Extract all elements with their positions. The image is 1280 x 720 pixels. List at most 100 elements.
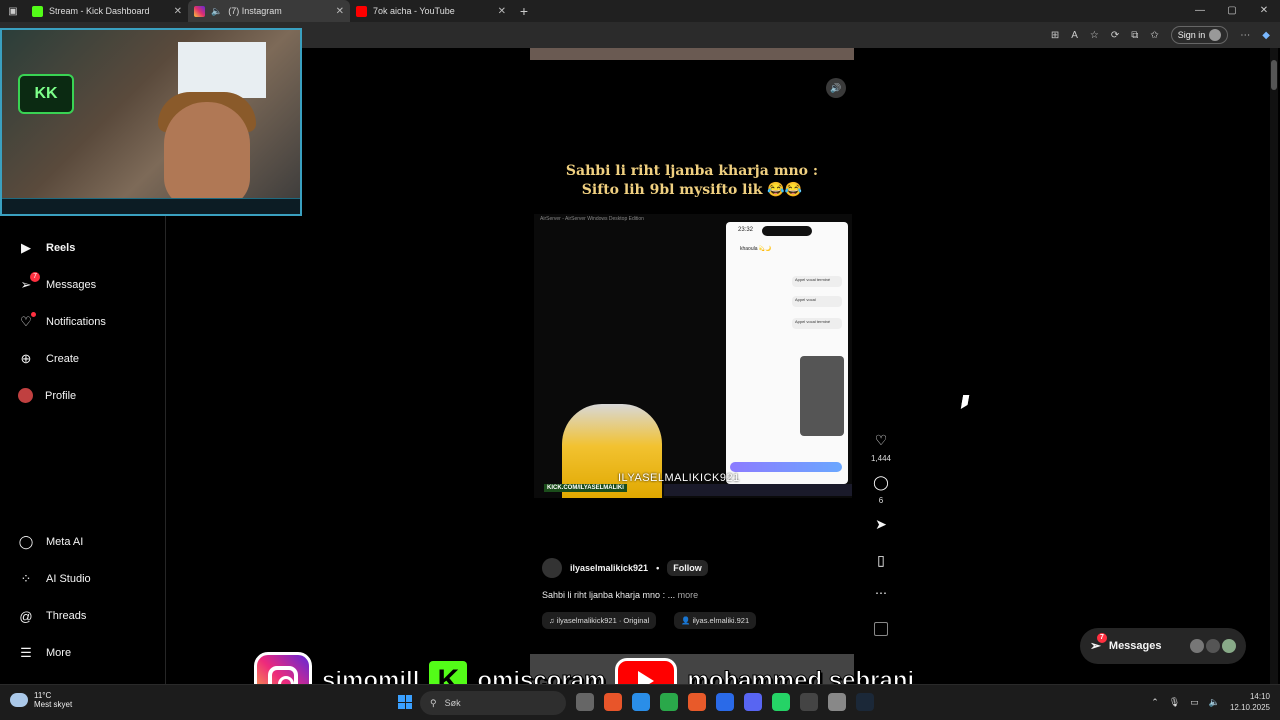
steam-icon[interactable] [856, 693, 874, 711]
volume-icon[interactable]: 🔈 [1209, 697, 1220, 708]
voice-message [730, 462, 842, 472]
plus-square-icon: ⊕ [20, 351, 32, 366]
author-username[interactable]: ilyaselmalikick921 [570, 563, 648, 573]
reel-watermark: ILYASELMALIKICK921 [618, 472, 740, 484]
close-window-button[interactable]: ✕ [1248, 0, 1280, 22]
phone-contact: khaoula 💫🌙 [740, 246, 772, 252]
comment-count: 6 [878, 496, 884, 505]
avatar [1222, 639, 1236, 653]
app-grid-icon[interactable]: ⊞ [1051, 30, 1059, 41]
mute-button[interactable]: 🔊 [826, 78, 846, 98]
edge-icon[interactable] [632, 693, 650, 711]
system-tray: ⌃ 🎙 ▭ 🔈 14:10 12.10.2025 [1151, 691, 1270, 713]
tab-instagram[interactable]: 🔈 (7) Instagram ✕ [188, 0, 350, 22]
tab-actions-icon[interactable]: ▣ [0, 0, 26, 22]
brave-icon[interactable] [604, 693, 622, 711]
bookmark-icon: ▯ [877, 552, 885, 568]
sidebar-item-reels[interactable]: ▶ Reels [18, 240, 75, 256]
comment-button[interactable]: ◯ [866, 474, 896, 491]
settings-icon[interactable] [828, 693, 846, 711]
microphone-icon[interactable]: 🎙 [1169, 697, 1180, 708]
messages-badge: 7 [30, 272, 40, 282]
sidebar-item-profile[interactable]: Profile [18, 388, 76, 403]
follow-button[interactable]: Follow [667, 560, 708, 576]
xbox-icon[interactable] [660, 693, 678, 711]
clip-taskbar [664, 484, 852, 496]
sidebar-item-ai-studio[interactable]: ⁘ AI Studio [18, 571, 91, 587]
search-icon: ⚲ [430, 697, 437, 708]
audio-cover-icon [874, 622, 888, 636]
obs-icon[interactable] [800, 693, 818, 711]
sidebar-item-threads[interactable]: @ Threads [18, 608, 86, 624]
copilot-icon[interactable]: ◆ [1262, 30, 1270, 41]
weather-icon [10, 693, 28, 707]
read-aloud-icon[interactable]: A [1071, 30, 1078, 41]
close-icon[interactable]: ✕ [174, 6, 182, 17]
extensions-icon[interactable]: ⟳ [1111, 30, 1119, 41]
close-icon[interactable]: ✕ [498, 6, 506, 17]
reel-video[interactable]: AirServer - AirServer Windows Desktop Ed… [534, 214, 852, 498]
audio-thumbnail[interactable] [866, 622, 896, 639]
more-options-button[interactable]: ⋯ [866, 586, 896, 600]
whatsapp-icon[interactable] [772, 693, 790, 711]
minimize-button[interactable]: — [1184, 0, 1216, 22]
tab-kick[interactable]: Stream - Kick Dashboard ✕ [26, 0, 188, 22]
mouse-cursor [960, 395, 970, 409]
webcam-overlay: KK [0, 28, 302, 216]
like-button[interactable]: ♡ [866, 432, 896, 449]
taskbar-search[interactable]: ⚲ Søk [420, 691, 566, 715]
pinned-apps [576, 693, 874, 711]
file-explorer-icon[interactable] [576, 693, 594, 711]
messages-pill[interactable]: ➢ 7 Messages [1080, 628, 1246, 664]
audio-chip[interactable]: ♫ ilyaselmalikick921 · Original [542, 612, 657, 629]
new-tab-button[interactable]: + [512, 3, 536, 19]
maximize-button[interactable]: ▢ [1216, 0, 1248, 22]
split-icon[interactable]: ⧉ [1131, 30, 1138, 41]
share-button[interactable]: ➤ [866, 516, 896, 533]
sidebar-item-create[interactable]: ⊕ Create [18, 351, 79, 367]
chevron-up-icon[interactable]: ⌃ [1151, 697, 1159, 708]
search-placeholder: Søk [444, 698, 461, 708]
page-scrollbar[interactable] [1270, 48, 1278, 684]
save-button[interactable]: ▯ [866, 552, 896, 569]
menu-dots-icon[interactable]: ⋯ [1240, 30, 1250, 41]
discord-icon[interactable] [744, 693, 762, 711]
display-icon[interactable]: ▭ [1190, 697, 1199, 708]
clock-date: 12.10.2025 [1229, 703, 1270, 712]
messenger-icon: ➢ 7 [1090, 633, 1107, 654]
call-bubble: Appel vocal [792, 296, 842, 307]
speaker-icon[interactable]: 🔈 [211, 6, 222, 17]
close-icon[interactable]: ✕ [336, 6, 344, 17]
app-icon[interactable] [716, 693, 734, 711]
tab-youtube[interactable]: 7ok aicha - YouTube ✕ [350, 0, 512, 22]
messenger-icon: ➢ 7 [18, 272, 40, 293]
clock[interactable]: 14:10 12.10.2025 [1230, 691, 1270, 713]
sign-in-button[interactable]: Sign in [1170, 26, 1229, 44]
start-button[interactable] [398, 695, 412, 709]
kick-tag: KICK.COM/ILYASELMALIKI [544, 484, 627, 492]
favorites-icon[interactable]: ✩ [1150, 30, 1158, 41]
author-avatar[interactable] [542, 558, 562, 578]
heart-icon: ♡ [874, 432, 888, 448]
streamer-face [164, 102, 250, 208]
scrollbar-thumb[interactable] [1271, 60, 1277, 90]
weather-widget[interactable]: 11°C Mest skyet [10, 691, 72, 709]
previous-reel-strip [530, 48, 854, 60]
tagged-user-chip[interactable]: 👤 ilyas.elmaliki.921 [674, 612, 757, 629]
ai-studio-icon: ⁘ [20, 571, 32, 586]
sidebar-item-notifications[interactable]: ♡ Notifications [18, 312, 106, 330]
sidebar-item-more[interactable]: ☰ More [18, 645, 71, 661]
notification-dot [31, 312, 36, 317]
temperature: 11°C [34, 691, 52, 700]
sidebar-item-label: More [46, 647, 72, 659]
more-link[interactable]: more [678, 590, 699, 600]
sidebar-item-label: Meta AI [46, 536, 84, 548]
description-text: Sahbi li riht ljanba kharja mno : ... [542, 590, 676, 600]
favorite-star-icon[interactable]: ☆ [1090, 30, 1099, 41]
sidebar-item-messages[interactable]: ➢ 7 Messages [18, 272, 96, 293]
sidebar-item-meta-ai[interactable]: ◯ Meta AI [18, 534, 84, 550]
caption-line: Sahbi li riht ljanba kharja mno : [565, 163, 819, 179]
webcam-window [178, 42, 266, 98]
avatar [18, 388, 33, 403]
app-icon[interactable] [688, 693, 706, 711]
